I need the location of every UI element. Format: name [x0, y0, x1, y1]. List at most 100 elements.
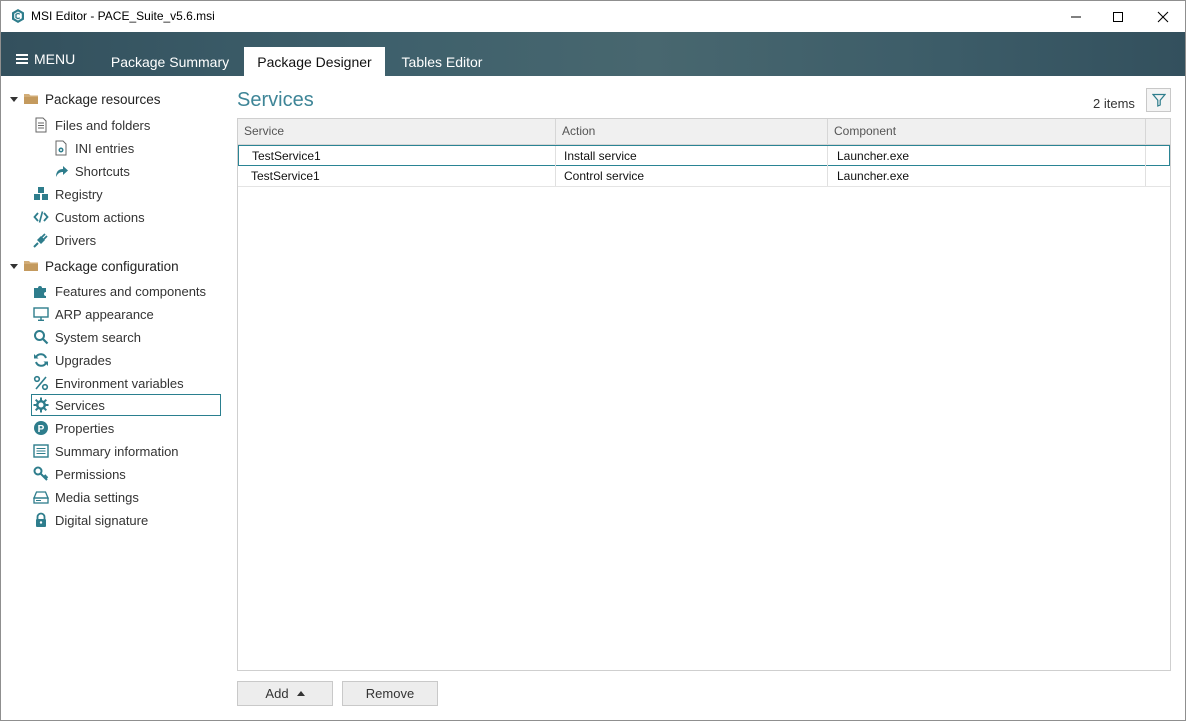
- sidebar-item-system-search[interactable]: System search: [33, 326, 141, 348]
- sidebar-item-label: Features and components: [55, 283, 207, 299]
- file-icon: [35, 117, 47, 133]
- cell-service: TestService1: [238, 166, 556, 186]
- hamburger-icon: [16, 54, 28, 64]
- sidebar-item-label: Upgrades: [55, 352, 112, 368]
- sidebar-item-permissions[interactable]: Permissions: [33, 463, 126, 485]
- page-title: Services: [237, 89, 314, 111]
- sidebar-item-label: Digital signature: [55, 512, 149, 528]
- tree-group-package-resources[interactable]: Package resources: [23, 88, 161, 110]
- sidebar-item-registry[interactable]: Registry: [33, 183, 103, 205]
- folder-icon: [24, 261, 38, 271]
- sidebar-item-properties[interactable]: P Properties: [33, 417, 114, 439]
- sidebar-item-label: Summary information: [55, 443, 179, 459]
- plug-icon: [33, 233, 48, 248]
- svg-text:P: P: [38, 424, 45, 435]
- code-brackets-icon: [33, 211, 49, 223]
- tab-label: Tables Editor: [401, 53, 483, 70]
- close-button[interactable]: [1140, 1, 1186, 32]
- main-tab-bar: MENU Package Summary Package Designer Ta…: [1, 32, 1185, 76]
- folder-icon: [24, 94, 38, 104]
- sidebar-item-arp-appearance[interactable]: ARP appearance: [33, 303, 154, 325]
- tree-group-label: Package resources: [45, 91, 161, 107]
- filter-button[interactable]: [1146, 88, 1171, 112]
- sidebar-item-services[interactable]: Services: [33, 394, 105, 416]
- sidebar-item-label: Registry: [55, 186, 103, 202]
- ini-file-icon: [55, 140, 67, 156]
- sidebar-item-features-and-components[interactable]: Features and components: [33, 280, 206, 302]
- minimize-button[interactable]: [1053, 1, 1099, 32]
- monitor-icon: [33, 307, 49, 322]
- sidebar-item-label: System search: [55, 329, 141, 345]
- add-label: Add: [265, 686, 289, 701]
- menu-label: MENU: [34, 51, 76, 67]
- sidebar-item-label: Files and folders: [55, 117, 151, 133]
- sidebar-item-drivers[interactable]: Drivers: [33, 229, 96, 251]
- sidebar-item-label: Shortcuts: [75, 163, 130, 179]
- sidebar-item-custom-actions[interactable]: Custom actions: [33, 206, 145, 228]
- table-row[interactable]: TestService1 Control service Launcher.ex…: [238, 166, 1170, 187]
- services-table: Service Action Component TestService1 In…: [237, 118, 1171, 671]
- cell-service: TestService1: [239, 146, 556, 166]
- percent-icon: [33, 375, 49, 391]
- sidebar-item-environment-variables[interactable]: Environment variables: [33, 372, 184, 394]
- sidebar-item-media-settings[interactable]: Media settings: [33, 486, 139, 508]
- sidebar-item-label: Drivers: [55, 232, 97, 248]
- column-header-action[interactable]: Action: [556, 119, 828, 144]
- tree-group-label: Package configuration: [45, 258, 179, 274]
- tab-package-summary[interactable]: Package Summary: [103, 47, 237, 76]
- sidebar-item-label: INI entries: [75, 140, 135, 156]
- table-header: Service Action Component: [238, 119, 1170, 145]
- window-title: MSI Editor - PACE_Suite_v5.6.msi: [31, 9, 215, 23]
- shortcut-arrow-icon: [56, 166, 68, 177]
- cell-action: Control service: [556, 166, 828, 186]
- registry-cubes-icon: [34, 187, 48, 200]
- column-header-component[interactable]: Component: [828, 119, 1146, 144]
- expand-caret-icon[interactable]: [10, 97, 18, 102]
- maximize-icon: [1113, 11, 1123, 22]
- sidebar-item-ini-entries[interactable]: INI entries: [53, 137, 134, 159]
- tab-label: Package Summary: [110, 53, 230, 70]
- sidebar-item-label: Environment variables: [55, 375, 184, 391]
- sidebar-item-upgrades[interactable]: Upgrades: [33, 349, 111, 371]
- sidebar-item-digital-signature[interactable]: Digital signature: [33, 509, 148, 531]
- navigation-tree: Package resources Files and folders INI …: [1, 76, 229, 721]
- dropdown-arrow-icon: [296, 691, 305, 696]
- sidebar-item-label: Media settings: [55, 489, 139, 505]
- gear-icon: [33, 397, 49, 413]
- table-row[interactable]: TestService1 Install service Launcher.ex…: [238, 145, 1170, 166]
- menu-button[interactable]: MENU: [16, 51, 75, 67]
- refresh-icon: [34, 353, 48, 367]
- sidebar-item-label: Services: [55, 397, 105, 413]
- sidebar-item-summary-information[interactable]: Summary information: [33, 440, 179, 462]
- minimize-icon: [1071, 16, 1081, 17]
- sidebar-item-label: Custom actions: [55, 209, 145, 225]
- key-icon: [33, 466, 49, 481]
- list-icon: [33, 444, 49, 458]
- tree-group-package-configuration[interactable]: Package configuration: [23, 255, 179, 277]
- drive-icon: [33, 491, 49, 504]
- column-header-service[interactable]: Service: [238, 119, 556, 144]
- title-bar: MSI Editor - PACE_Suite_v5.6.msi: [1, 1, 1185, 32]
- items-count: 2 items: [1093, 96, 1135, 111]
- expand-caret-icon[interactable]: [10, 264, 18, 269]
- close-icon: [1157, 11, 1169, 22]
- cell-component: Launcher.exe: [828, 146, 1146, 166]
- sidebar-item-label: Permissions: [55, 466, 126, 482]
- cell-action: Install service: [556, 146, 828, 166]
- maximize-button[interactable]: [1095, 1, 1141, 32]
- app-logo-icon: [12, 9, 24, 23]
- add-button[interactable]: Add: [237, 681, 333, 706]
- sidebar-item-files-and-folders[interactable]: Files and folders: [33, 114, 150, 136]
- sidebar-item-label: Properties: [55, 420, 115, 436]
- tab-package-designer[interactable]: Package Designer: [244, 47, 385, 76]
- filter-icon: [1151, 93, 1166, 107]
- remove-label: Remove: [365, 686, 415, 701]
- tab-label: Package Designer: [257, 53, 372, 70]
- puzzle-icon: [34, 286, 46, 298]
- lock-icon: [36, 512, 46, 527]
- p-circle-icon: P: [34, 421, 48, 435]
- remove-button[interactable]: Remove: [342, 681, 438, 706]
- sidebar-item-label: ARP appearance: [55, 306, 154, 322]
- sidebar-item-shortcuts[interactable]: Shortcuts: [53, 160, 130, 182]
- tab-tables-editor[interactable]: Tables Editor: [392, 47, 492, 76]
